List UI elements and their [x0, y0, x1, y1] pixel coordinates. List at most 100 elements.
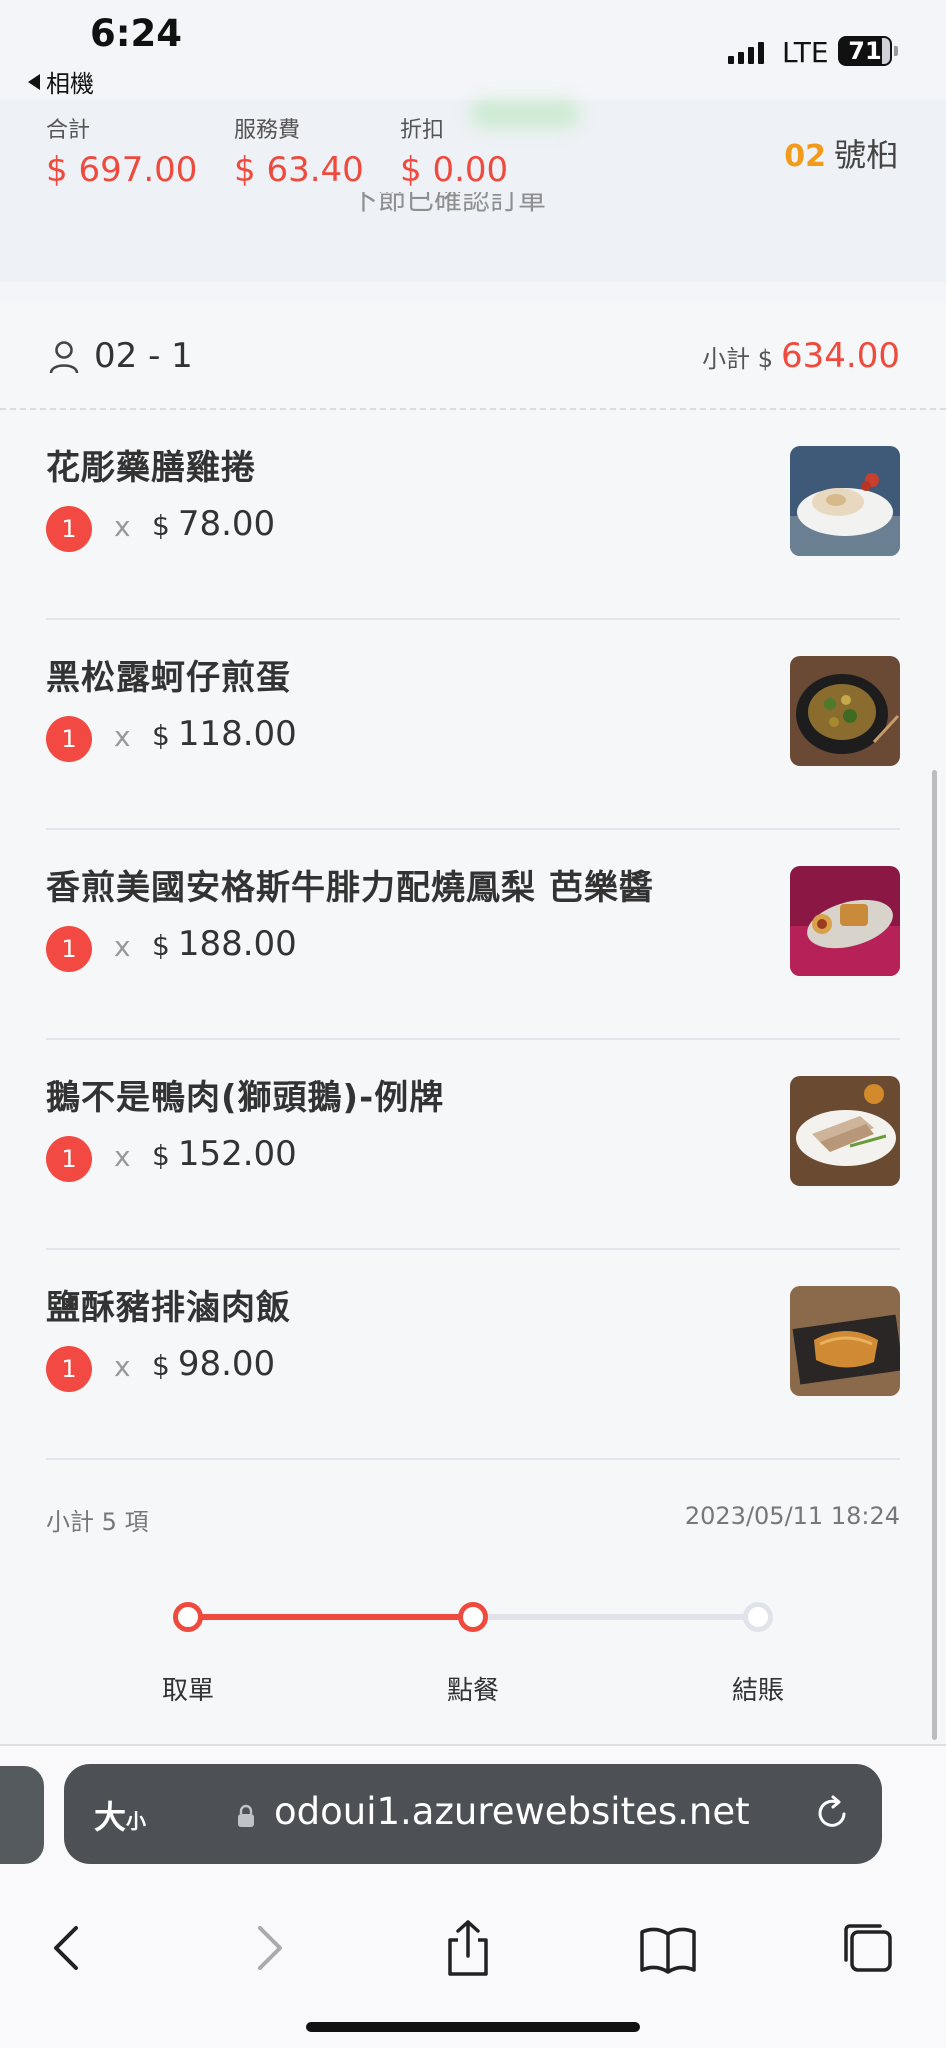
browser-toolbar: 大小 odoui1.azurewebsites.net	[0, 1744, 946, 2048]
times-sign: x	[114, 720, 131, 753]
item-quantity-badge: 1	[46, 926, 92, 972]
user-icon	[49, 341, 79, 374]
app-page: 6:24 相機 LTE 71 合計 $ 697.00 服務費 $ 63.40 折…	[0, 0, 946, 2048]
total-value: $ 697.00	[46, 150, 198, 190]
status-bar: 6:24 相機 LTE 71	[0, 0, 946, 100]
currency-sign: $	[152, 929, 170, 962]
item-price: $152.00	[152, 1134, 297, 1174]
table-number-value: 02	[784, 139, 826, 174]
times-sign: x	[114, 510, 131, 543]
dish-photo	[790, 446, 900, 556]
total-label: 合計	[46, 118, 91, 143]
scrolled-heading-text: 下節已確認訂單	[350, 192, 547, 216]
text-size-large: 大	[94, 1798, 127, 1836]
price-value: 118.00	[177, 714, 297, 754]
browser-nav-bar	[0, 1906, 946, 1996]
table-number-suffix: 號桕	[833, 136, 898, 174]
order-progress: 取單 點餐 結賬	[0, 1592, 946, 1712]
back-triangle-icon	[28, 73, 40, 90]
times-sign: x	[114, 1140, 131, 1173]
currency-sign: $	[152, 1349, 170, 1382]
forward-icon[interactable]	[240, 1918, 300, 1978]
service-fee-block: 服務費 $ 63.40	[234, 112, 364, 190]
network-type: LTE	[782, 36, 829, 69]
step-dot-order	[458, 1602, 488, 1632]
text-size-small: 小	[126, 1809, 147, 1833]
item-quantity-badge: 1	[46, 1136, 92, 1182]
order-summary-header: 合計 $ 697.00 服務費 $ 63.40 折扣 $ 0.00 02 號桕 下…	[0, 100, 946, 282]
signal-icon	[728, 40, 764, 64]
subtotal-label: 小計 $	[702, 345, 774, 373]
step-dot-pickup	[173, 1602, 203, 1632]
item-name: 香煎美國安格斯牛腓力配燒鳳梨 芭樂醬	[46, 868, 654, 908]
service-fee-value: $ 63.40	[234, 150, 364, 190]
currency-sign: $	[152, 509, 170, 542]
currency-sign: $	[152, 1139, 170, 1172]
scrolled-heading: 下節已確認訂單	[350, 192, 546, 222]
tabs-icon[interactable]	[838, 1918, 898, 1978]
step-dot-checkout	[743, 1602, 773, 1632]
price-value: 98.00	[177, 1344, 276, 1384]
item-price: $188.00	[152, 924, 297, 964]
text-size-button[interactable]: 大小	[94, 1792, 146, 1838]
times-sign: x	[114, 930, 131, 963]
item-quantity-badge: 1	[46, 716, 92, 762]
list-item[interactable]: 花彫藥膳雞捲 1 x $78.00	[46, 410, 900, 620]
step-label-checkout: 結賬	[731, 1676, 785, 1706]
item-count: 小計 5 項	[46, 1508, 149, 1536]
scrollbar[interactable]	[932, 770, 937, 1740]
list-item[interactable]: 香煎美國安格斯牛腓力配燒鳳梨 芭樂醬 1 x $188.00	[46, 830, 900, 1040]
home-indicator	[306, 2022, 640, 2032]
dish-photo	[790, 1286, 900, 1396]
item-quantity-badge: 1	[46, 506, 92, 552]
battery-level: 71	[848, 37, 882, 65]
address-bar[interactable]: 大小 odoui1.azurewebsites.net	[64, 1764, 882, 1864]
url-text: odoui1.azurewebsites.net	[274, 1790, 750, 1833]
item-price: $78.00	[152, 504, 275, 544]
item-name: 鹽酥豬排滷肉飯	[46, 1288, 291, 1328]
item-price: $98.00	[152, 1344, 275, 1384]
dish-photo	[790, 1076, 900, 1186]
dish-photo	[790, 866, 900, 976]
item-name: 鵝不是鴨肉(獅頭鵝)-例牌	[46, 1078, 445, 1118]
reload-icon[interactable]	[812, 1792, 854, 1834]
total-block: 合計 $ 697.00	[46, 112, 197, 190]
order-footer: 小計 5 項 2023/05/11 18:24	[46, 1502, 900, 1542]
order-card: 02 - 1 小計 $634.00 花彫藥膳雞捲 1 x $78.00 黑松露蚵…	[0, 302, 946, 1744]
item-name: 花彫藥膳雞捲	[46, 448, 256, 488]
guest-label: 02 - 1	[94, 336, 193, 376]
step-label-pickup: 取單	[161, 1676, 215, 1706]
order-timestamp: 2023/05/11 18:24	[684, 1502, 900, 1530]
bookmarks-icon[interactable]	[638, 1918, 698, 1978]
progress-fill	[188, 1614, 473, 1620]
guest-subtotal: 小計 $634.00	[702, 336, 900, 376]
order-card-header: 02 - 1 小計 $634.00	[0, 302, 946, 410]
item-quantity-badge: 1	[46, 1346, 92, 1392]
price-value: 78.00	[177, 504, 276, 544]
share-icon[interactable]	[438, 1918, 498, 1978]
currency-sign: $	[152, 719, 170, 752]
list-item[interactable]: 鵝不是鴨肉(獅頭鵝)-例牌 1 x $152.00	[46, 1040, 900, 1250]
step-label-order: 點餐	[446, 1676, 500, 1706]
previous-tab-peek[interactable]	[0, 1766, 44, 1864]
price-value: 152.00	[177, 1134, 297, 1174]
subtotal-value: 634.00	[781, 336, 900, 376]
back-to-app-link[interactable]: 相機	[28, 64, 94, 99]
price-value: 188.00	[177, 924, 297, 964]
item-price: $118.00	[152, 714, 297, 754]
times-sign: x	[114, 1350, 131, 1383]
list-item[interactable]: 鹽酥豬排滷肉飯 1 x $98.00	[46, 1250, 900, 1460]
list-item[interactable]: 黑松露蚵仔煎蛋 1 x $118.00	[46, 620, 900, 830]
discount-value: $ 0.00	[400, 150, 509, 190]
battery-icon: 71	[838, 36, 898, 66]
back-icon[interactable]	[36, 1918, 96, 1978]
item-name: 黑松露蚵仔煎蛋	[46, 658, 291, 698]
discount-label: 折扣	[400, 118, 445, 143]
dish-photo	[790, 656, 900, 766]
service-fee-label: 服務費	[234, 118, 301, 143]
table-number: 02 號桕	[784, 130, 898, 176]
back-app-label: 相機	[46, 70, 94, 98]
discount-block: 折扣 $ 0.00	[400, 112, 508, 190]
lock-icon	[238, 1804, 254, 1827]
clock: 6:24	[90, 12, 183, 55]
